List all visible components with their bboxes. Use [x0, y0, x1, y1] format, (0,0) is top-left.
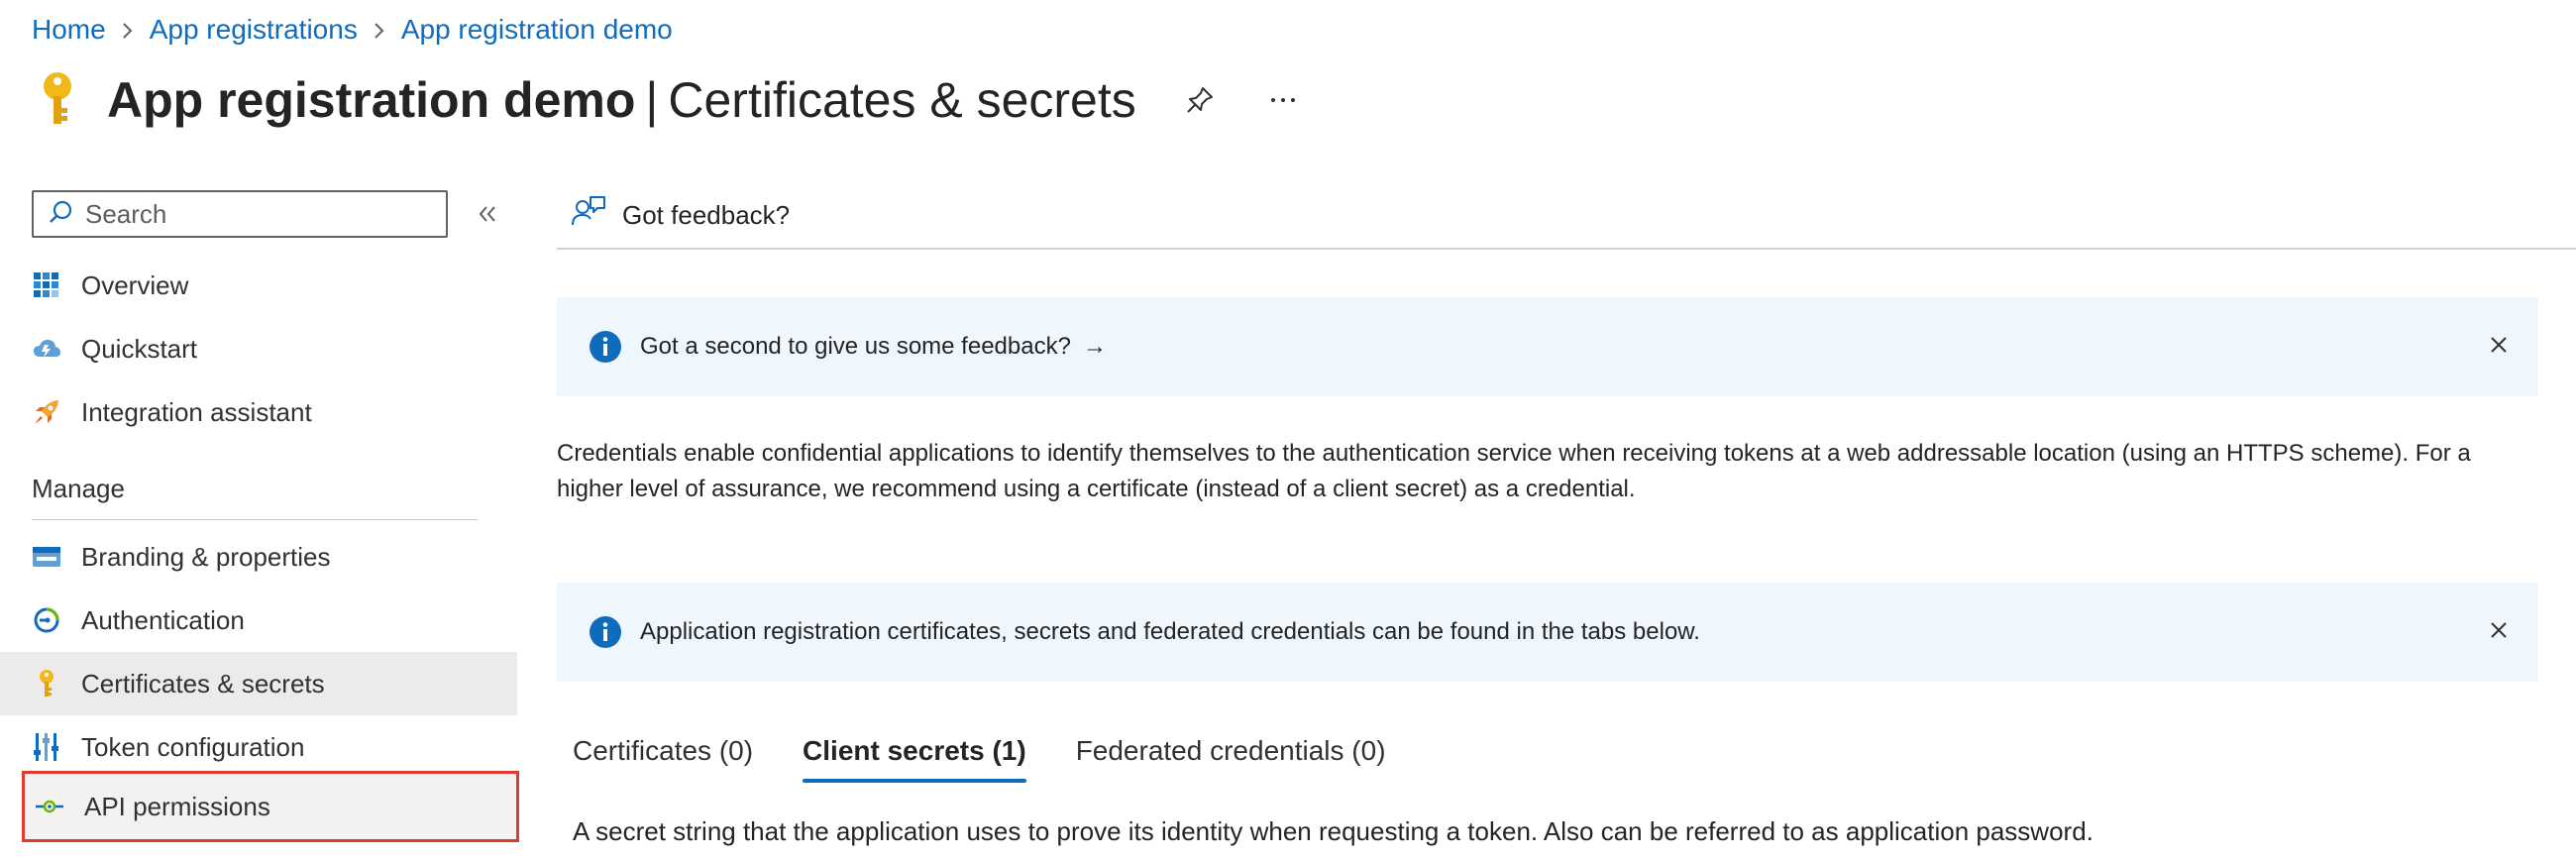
sidebar-search[interactable] — [32, 190, 448, 238]
page-title-app-name: App registration demo — [107, 72, 636, 128]
sidebar-item-integration-assistant[interactable]: Integration assistant — [0, 380, 517, 444]
sidebar-item-label: Token configuration — [81, 731, 305, 762]
search-icon — [48, 199, 73, 230]
title-actions — [1180, 80, 1303, 120]
sidebar-item-label: Overview — [81, 269, 189, 300]
got-feedback-label: Got feedback? — [622, 199, 791, 230]
tab-client-secrets[interactable]: Client secrets (1) — [803, 727, 1026, 783]
sidebar-search-input[interactable] — [85, 198, 442, 230]
tab-federated-credentials[interactable]: Federated credentials (0) — [1076, 727, 1386, 783]
main-content: Got feedback? Got a second to give us so… — [557, 182, 2576, 860]
sidebar-item-label: API permissions — [84, 791, 270, 821]
sidebar-item-label: Certificates & secrets — [81, 668, 325, 699]
credential-tabs: Certificates (0) Client secrets (1) Fede… — [573, 727, 1436, 783]
rocket-icon — [32, 397, 61, 427]
branding-icon — [32, 542, 61, 572]
sidebar-item-label: Quickstart — [81, 333, 198, 364]
page-title-section: Certificates & secrets — [668, 72, 1136, 128]
key-icon — [32, 65, 83, 135]
tabs-info-banner: Application registration certificates, s… — [557, 583, 2538, 682]
chevron-right-icon — [106, 12, 150, 48]
feedback-icon — [571, 195, 622, 236]
arrow-right-icon[interactable]: → — [1083, 333, 1107, 361]
grid-icon — [32, 270, 61, 300]
sidebar-item-certificates-secrets[interactable]: Certificates & secrets — [0, 652, 517, 715]
feedback-info-banner: Got a second to give us some feedback? → — [557, 297, 2538, 396]
client-secrets-description: A secret string that the application use… — [573, 816, 2093, 846]
close-icon[interactable] — [2481, 327, 2517, 363]
sidebar-item-quickstart[interactable]: Quickstart — [0, 317, 517, 380]
sidebar-item-token-configuration[interactable]: Token configuration — [0, 715, 517, 779]
pin-icon[interactable] — [1180, 80, 1220, 120]
page-header: App registration demo | Certificates & sec… — [32, 65, 1303, 135]
sidebar-section-manage: Manage — [32, 474, 125, 503]
cloud-icon — [32, 334, 61, 364]
more-options-icon[interactable] — [1263, 80, 1303, 120]
page-title-separator: | — [645, 72, 659, 128]
breadcrumb: Home App registrations App registration … — [32, 12, 673, 48]
key-icon — [32, 669, 61, 699]
breadcrumb-app-registration-demo[interactable]: App registration demo — [401, 14, 673, 46]
credentials-description: Credentials enable confidential applicat… — [557, 440, 2471, 502]
sidebar-item-label: Branding & properties — [81, 541, 331, 572]
got-feedback-button[interactable]: Got feedback? — [571, 195, 790, 236]
tabs-banner-text: Application registration certificates, s… — [640, 618, 1700, 645]
info-icon — [589, 615, 622, 649]
breadcrumb-home[interactable]: Home — [32, 14, 106, 46]
page-title: App registration demo | Certificates & sec… — [107, 71, 1136, 129]
feedback-banner-text[interactable]: Got a second to give us some feedback? — [640, 333, 1071, 361]
sidebar-item-overview[interactable]: Overview — [0, 254, 517, 317]
sidebar: Overview Quickstart Integration assistan… — [0, 182, 519, 860]
breadcrumb-app-registrations[interactable]: App registrations — [150, 14, 358, 46]
close-icon[interactable] — [2481, 612, 2517, 648]
sliders-icon — [32, 732, 61, 762]
info-icon — [589, 330, 622, 364]
sidebar-item-label: Authentication — [81, 604, 245, 635]
sidebar-item-label: Integration assistant — [81, 396, 312, 427]
command-bar: Got feedback? — [557, 182, 2576, 250]
authentication-icon — [32, 605, 61, 635]
chevron-right-icon — [358, 12, 401, 48]
double-chevron-left-icon[interactable] — [468, 194, 507, 234]
sidebar-item-branding-properties[interactable]: Branding & properties — [0, 525, 517, 589]
sidebar-item-authentication[interactable]: Authentication — [0, 589, 517, 652]
sidebar-divider — [32, 519, 478, 520]
sidebar-item-api-permissions[interactable]: API permissions — [22, 771, 519, 842]
api-icon — [35, 792, 64, 821]
tab-certificates[interactable]: Certificates (0) — [573, 727, 753, 783]
